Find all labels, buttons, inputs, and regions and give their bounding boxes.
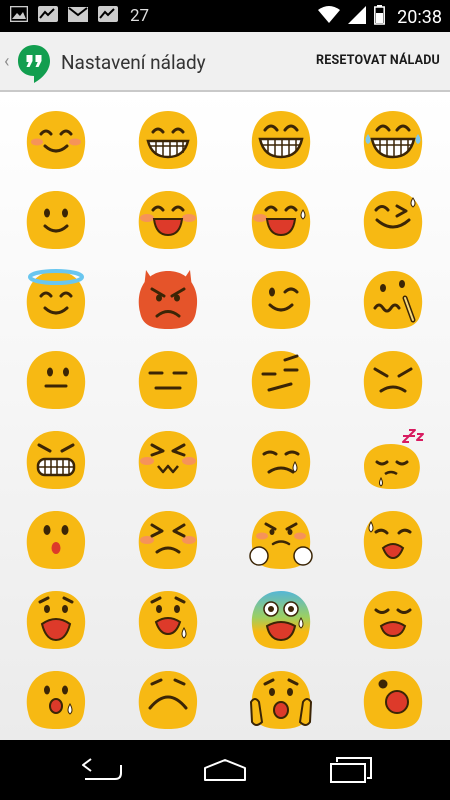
- mood-item[interactable]: [0, 102, 112, 180]
- mood-item[interactable]: [112, 182, 224, 260]
- mood-item[interactable]: [225, 502, 337, 580]
- smiling-blush-emoji: [26, 111, 86, 169]
- devil-emoji: [138, 270, 198, 329]
- anxious-sweat-emoji: [138, 591, 198, 649]
- mood-item[interactable]: [337, 102, 449, 180]
- mood-item[interactable]: [337, 182, 449, 260]
- laughing-tears-emoji: [363, 111, 423, 169]
- grimacing-angry-emoji: [26, 431, 86, 489]
- mood-item[interactable]: [0, 662, 112, 740]
- recents-icon[interactable]: [316, 750, 386, 790]
- mood-item[interactable]: [112, 262, 224, 340]
- squint-frown-emoji: [138, 511, 198, 569]
- scared-hands-emoji: [249, 671, 313, 729]
- anguished-emoji: [26, 591, 86, 649]
- mood-item[interactable]: [225, 262, 337, 340]
- gmail-icon: [68, 6, 88, 26]
- mood-item[interactable]: [112, 502, 224, 580]
- mood-grid: [0, 92, 450, 740]
- back-icon[interactable]: [65, 750, 135, 790]
- open-mouth-sweat-emoji: [26, 671, 86, 729]
- mood-item[interactable]: [337, 582, 449, 660]
- mood-item[interactable]: [0, 182, 112, 260]
- grinning-happy-eyes-emoji: [251, 111, 311, 169]
- fuming-emoji: [138, 431, 198, 489]
- worried-sweat-emoji: [363, 511, 423, 569]
- notification-count: 27: [130, 6, 150, 26]
- trend-icon: [98, 6, 118, 26]
- action-bar: ‹ Nastavení nálady RESETOVAT NÁLADU: [0, 32, 450, 92]
- mood-item[interactable]: [225, 662, 337, 740]
- trend-icon: [38, 6, 58, 26]
- status-bar: 27 20:38: [0, 0, 450, 32]
- mood-item[interactable]: [337, 342, 449, 420]
- mood-item[interactable]: [225, 422, 337, 500]
- mood-item[interactable]: [337, 422, 449, 500]
- tired-emoji: [363, 591, 423, 649]
- navigation-bar: [0, 740, 450, 800]
- mood-item[interactable]: [0, 422, 112, 500]
- skeptical-emoji: [251, 351, 311, 409]
- mood-item[interactable]: [225, 342, 337, 420]
- mood-item[interactable]: [0, 582, 112, 660]
- mood-item[interactable]: [112, 662, 224, 740]
- home-icon[interactable]: [190, 750, 260, 790]
- mood-item[interactable]: [337, 262, 449, 340]
- grinning-emoji: [138, 111, 198, 169]
- angry-fists-emoji: [249, 511, 313, 569]
- mood-item[interactable]: [225, 182, 337, 260]
- angry-emoji: [363, 351, 423, 409]
- mood-item[interactable]: [112, 422, 224, 500]
- surprised-emoji: [26, 511, 86, 569]
- screaming-fear-emoji: [251, 591, 311, 649]
- frowning-emoji: [138, 671, 198, 729]
- mood-item[interactable]: [112, 582, 224, 660]
- confused-squiggle-emoji: [363, 271, 423, 329]
- disappointed-tear-emoji: [251, 431, 311, 489]
- hangouts-icon[interactable]: [17, 44, 51, 88]
- halo-smile-emoji: [26, 269, 86, 329]
- sleeping-emoji: [364, 429, 424, 489]
- mood-item[interactable]: [0, 342, 112, 420]
- smile-emoji: [26, 191, 86, 249]
- image-icon: [9, 5, 29, 26]
- reset-mood-button[interactable]: RESETOVAT NÁLADU: [316, 53, 440, 68]
- laughing-sweat-emoji: [251, 191, 311, 249]
- mood-item[interactable]: [0, 262, 112, 340]
- signal-icon: [348, 6, 367, 28]
- mood-item[interactable]: [225, 582, 337, 660]
- page-title: Nastavení nálady: [61, 51, 206, 74]
- expressionless-emoji: [138, 351, 198, 409]
- shocked-emoji: [363, 671, 423, 729]
- clock: 20:38: [397, 6, 442, 28]
- mood-item[interactable]: [337, 502, 449, 580]
- battery-icon: [374, 5, 386, 29]
- winking-emoji: [251, 271, 311, 329]
- laughing-squint-emoji: [363, 191, 423, 249]
- wifi-icon: [318, 6, 341, 28]
- chevron-left-icon[interactable]: ‹: [4, 51, 9, 72]
- mood-item[interactable]: [337, 662, 449, 740]
- laughing-blush-emoji: [138, 191, 198, 249]
- neutral-side-emoji: [26, 351, 86, 409]
- mood-item[interactable]: [0, 502, 112, 580]
- mood-item[interactable]: [112, 102, 224, 180]
- mood-item[interactable]: [225, 102, 337, 180]
- mood-item[interactable]: [112, 342, 224, 420]
